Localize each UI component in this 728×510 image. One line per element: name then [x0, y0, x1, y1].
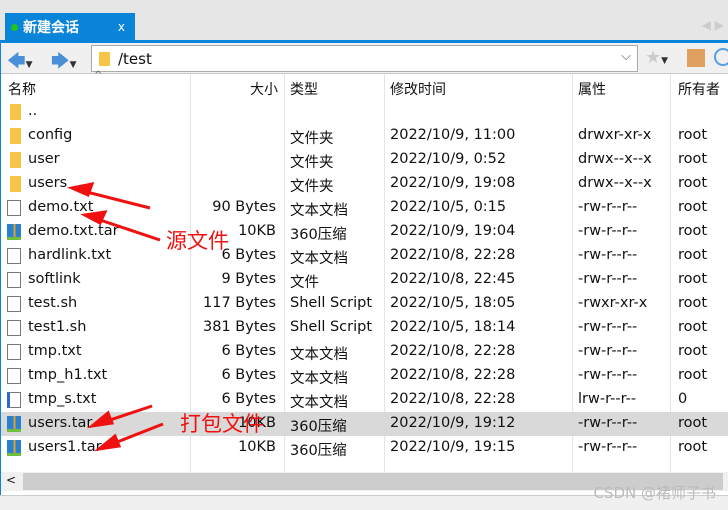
annotation-arrows — [67, 182, 164, 452]
arrow-to-users1-tar — [93, 422, 164, 452]
annotation-packed: 打包文件 — [180, 412, 264, 436]
arrow-to-demo — [80, 210, 161, 242]
arrow-to-users — [67, 182, 151, 210]
annotation-source: 源文件 — [166, 229, 229, 253]
arrow-to-users-tar — [86, 404, 153, 429]
